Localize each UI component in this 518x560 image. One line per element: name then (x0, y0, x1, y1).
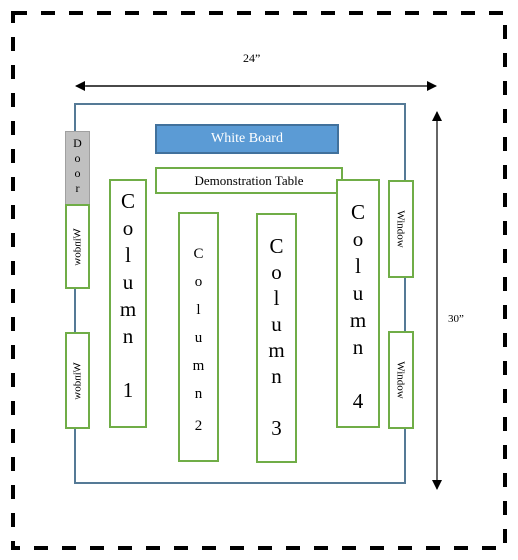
column-number: 1 (122, 378, 134, 402)
column-letter: m (119, 297, 137, 321)
column-2: Column 2 (178, 212, 219, 462)
column-1: Column 1 (109, 179, 147, 428)
window-right-1: Window (388, 180, 414, 278)
column-4: Column 4 (336, 179, 380, 428)
column-letter: C (269, 234, 284, 258)
column-letter: o (122, 216, 134, 240)
column-number: 2 (194, 418, 203, 434)
column-letter: l (196, 302, 201, 318)
window-label: Window (395, 210, 408, 248)
column-letter: m (192, 358, 205, 374)
column-letter: C (120, 189, 135, 213)
column-letter: l (125, 243, 131, 267)
column-letter: o (352, 227, 364, 251)
height-label: 30” (448, 313, 464, 325)
column-letter: n (122, 324, 134, 348)
window-right-2: Window (388, 331, 414, 429)
window-label: Window (395, 361, 408, 399)
column-letter: u (194, 330, 203, 346)
door-letter: o (74, 151, 81, 165)
column-letter: C (193, 246, 204, 262)
column-letter: l (355, 254, 361, 278)
window-left-2: Window (65, 332, 90, 429)
column-number: 4 (352, 389, 364, 413)
column-letter: u (271, 312, 282, 336)
column-letter: o (271, 260, 282, 284)
column-letter: u (352, 281, 364, 305)
window-left-1: Window (65, 204, 90, 289)
width-label: 24” (243, 51, 261, 65)
column-letter: n (194, 386, 203, 402)
column-letter: m (349, 308, 367, 332)
window-label: Window (71, 227, 84, 266)
column-letter: u (122, 270, 134, 294)
column-letter: n (271, 364, 282, 388)
column-letter: n (352, 335, 364, 359)
column-number: 3 (271, 416, 282, 440)
door-letter: D (73, 136, 82, 150)
column-letter: l (273, 286, 280, 310)
door-letter: o (74, 166, 81, 180)
column-letter: C (350, 200, 365, 224)
column-3: Column 3 (256, 213, 297, 463)
door-letter: r (75, 181, 80, 195)
door: Door (65, 131, 90, 206)
white-board: White Board (155, 124, 339, 154)
demonstration-table: Demonstration Table (155, 167, 343, 194)
window-label: Window (71, 361, 84, 400)
column-letter: o (194, 274, 203, 290)
column-letter: m (268, 338, 285, 362)
